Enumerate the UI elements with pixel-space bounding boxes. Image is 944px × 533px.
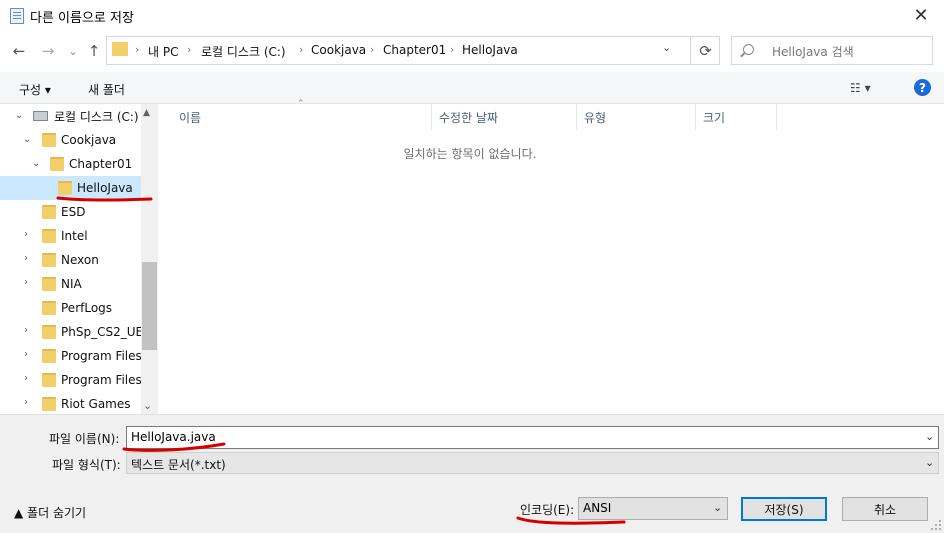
tree-item-phsp-cs2[interactable]: PhSp_CS2_UE_ <box>42 320 149 344</box>
filetype-label: 파일 형식(T): <box>52 458 121 472</box>
folder-icon <box>42 229 56 243</box>
tree-item-nexon[interactable]: Nexon <box>42 248 99 272</box>
column-header-name[interactable]: 이름 <box>172 104 432 130</box>
folder-icon <box>112 42 128 56</box>
drive-icon <box>33 111 48 121</box>
command-bar <box>0 72 944 104</box>
notepad-icon <box>10 8 24 24</box>
folder-icon <box>42 325 56 339</box>
new-folder-button[interactable]: 새 폴더 <box>88 81 125 98</box>
breadcrumb-separator[interactable]: › <box>299 43 303 56</box>
tree-item-riot-games[interactable]: Riot Games <box>42 392 131 416</box>
expand-icon[interactable]: › <box>24 229 28 240</box>
folder-icon <box>42 397 56 411</box>
folder-icon <box>50 157 64 171</box>
red-underline-annotation <box>516 516 626 525</box>
encoding-value[interactable]: ANSI <box>583 501 611 515</box>
nav-scrollbar-thumb[interactable] <box>142 262 157 350</box>
column-header-date-modified[interactable]: 수정한 날짜 <box>432 104 577 130</box>
scroll-up-icon[interactable]: ▲ <box>143 108 150 118</box>
breadcrumb-separator[interactable]: › <box>450 43 454 56</box>
breadcrumb-this-pc[interactable]: 내 PC <box>148 43 178 60</box>
tree-item-perflogs[interactable]: PerfLogs <box>42 296 112 320</box>
folder-icon <box>42 205 56 219</box>
recent-locations-button[interactable]: ⌄ <box>62 40 84 62</box>
title-bar <box>0 0 944 31</box>
empty-list-message: 일치하는 항목이 없습니다. <box>403 147 537 161</box>
resize-grip-icon[interactable] <box>930 519 942 531</box>
folder-icon <box>42 349 56 363</box>
forward-button[interactable]: → <box>37 40 59 62</box>
scroll-down-icon[interactable]: ⌄ <box>143 399 152 412</box>
tree-item-chapter01[interactable]: Chapter01 <box>50 152 132 176</box>
cancel-button[interactable]: 취소 <box>842 497 928 521</box>
search-icon <box>743 44 754 55</box>
search-placeholder: HelloJava 검색 <box>772 45 854 59</box>
organize-button[interactable]: 구성 ▾ <box>19 81 51 98</box>
filetype-value[interactable]: 텍스트 문서(*.txt) <box>131 456 226 473</box>
filename-input[interactable] <box>126 426 939 449</box>
tree-item-program-files-2[interactable]: Program Files <box>42 368 142 392</box>
collapse-icon[interactable]: ⌄ <box>15 110 23 121</box>
nav-scrollbar[interactable] <box>141 104 158 414</box>
window-title: 다른 이름으로 저장 <box>30 11 134 26</box>
tree-item-intel[interactable]: Intel <box>42 224 88 248</box>
folder-icon <box>42 253 56 267</box>
filetype-dropdown-icon[interactable]: ⌄ <box>925 456 934 469</box>
breadcrumb-separator[interactable]: › <box>187 43 191 56</box>
folder-icon <box>42 277 56 291</box>
refresh-button[interactable]: ⟳ <box>690 36 720 65</box>
view-options-button[interactable]: ☷ ▾ <box>850 81 871 95</box>
expand-icon[interactable]: › <box>24 253 28 264</box>
tree-item-program-files[interactable]: Program Files <box>42 344 142 368</box>
breadcrumb-chapter01[interactable]: Chapter01 <box>383 43 446 57</box>
address-dropdown-icon[interactable]: ⌄ <box>662 41 671 54</box>
column-header-size[interactable]: 크기 <box>696 104 777 130</box>
breadcrumb-separator[interactable]: › <box>370 43 374 56</box>
filename-label: 파일 이름(N): <box>49 432 120 446</box>
red-underline-annotation <box>56 196 153 202</box>
folder-icon <box>42 373 56 387</box>
folder-icon <box>42 133 56 147</box>
expand-icon[interactable]: › <box>24 325 28 336</box>
close-button[interactable]: ✕ <box>898 0 944 31</box>
hide-folders-button[interactable]: ▲ 폴더 숨기기 <box>14 504 86 521</box>
encoding-dropdown-icon[interactable]: ⌄ <box>713 501 722 514</box>
filetype-select[interactable] <box>126 452 939 474</box>
up-button[interactable]: ↑ <box>83 40 105 62</box>
column-header-type[interactable]: 유형 <box>577 104 696 130</box>
expand-icon[interactable]: › <box>24 277 28 288</box>
tree-item-local-disk[interactable]: 로컬 디스크 (C:) <box>33 104 139 128</box>
back-button[interactable]: ← <box>8 40 30 62</box>
breadcrumb-local-disk[interactable]: 로컬 디스크 (C:) <box>201 43 286 60</box>
help-icon[interactable]: ? <box>914 79 931 96</box>
collapse-icon[interactable]: ⌄ <box>23 134 31 145</box>
breadcrumb-separator: › <box>135 43 140 56</box>
expand-icon[interactable]: › <box>24 373 28 384</box>
tree-item-cookjava[interactable]: Cookjava <box>42 128 116 152</box>
breadcrumb-cookjava[interactable]: Cookjava <box>311 43 366 57</box>
breadcrumb-hellojava[interactable]: HelloJava <box>462 43 518 57</box>
collapse-icon[interactable]: ⌄ <box>32 158 40 169</box>
folder-icon <box>42 301 56 315</box>
expand-icon[interactable]: › <box>24 349 28 360</box>
red-underline-annotation <box>122 442 226 452</box>
expand-icon[interactable]: › <box>24 397 28 408</box>
tree-item-nia[interactable]: NIA <box>42 272 82 296</box>
save-button[interactable]: 저장(S) <box>741 497 827 521</box>
filename-dropdown-icon[interactable]: ⌄ <box>925 430 934 443</box>
